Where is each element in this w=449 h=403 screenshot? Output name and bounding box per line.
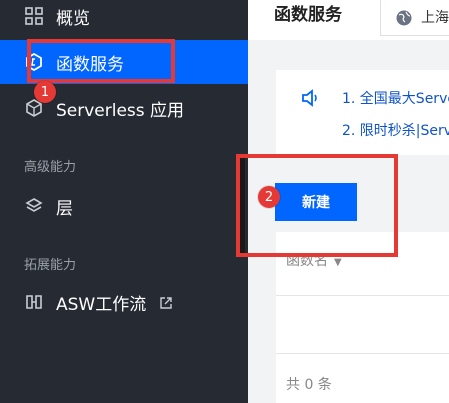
region-selector[interactable]: 上海 [380, 0, 449, 36]
sidebar-item-label: ASW工作流 [56, 294, 147, 315]
external-link-icon [160, 294, 172, 313]
section-title-extended: 拓展能力 [24, 258, 77, 273]
table-footer-count: 共 0 条 [286, 377, 332, 393]
sidebar-item-workflow[interactable]: ASW工作流 [0, 280, 248, 324]
top-bar: 函数服务 上海 [248, 0, 449, 40]
notice-link-1[interactable]: 1. 全国最大Serve [342, 88, 449, 108]
sidebar-item-overview[interactable]: 概览 [0, 0, 248, 38]
grid-icon [24, 6, 44, 26]
layers-icon [24, 196, 44, 216]
notice-banner: 1. 全国最大Serve 2. 限时秒杀|Serv [276, 70, 449, 155]
annotation-badge-1: 1 [34, 81, 56, 103]
section-title-advanced: 高级能力 [24, 160, 77, 175]
notice-link-2[interactable]: 2. 限时秒杀|Serv [342, 120, 449, 140]
sidebar-item-layers[interactable]: 层 [0, 184, 248, 228]
function-table: 函数名 ▼ 共 0 条 [276, 232, 449, 403]
region-label: 上海 [421, 10, 449, 26]
annotation-badge-2: 2 [258, 186, 280, 208]
annotation-box-1 [27, 39, 175, 83]
workflow-icon [24, 292, 44, 312]
sidebar-item-label: 层 [56, 198, 73, 219]
annotation-box-2 [236, 154, 398, 257]
speaker-icon [301, 89, 321, 111]
header-divider [276, 295, 449, 296]
sort-down-icon[interactable]: ▼ [334, 257, 342, 268]
sidebar-item-label: 概览 [56, 8, 90, 29]
body-divider [276, 353, 449, 354]
page-title: 函数服务 [274, 5, 342, 25]
globe-icon [395, 9, 413, 31]
sidebar-item-label: Serverless 应用 [56, 100, 185, 121]
